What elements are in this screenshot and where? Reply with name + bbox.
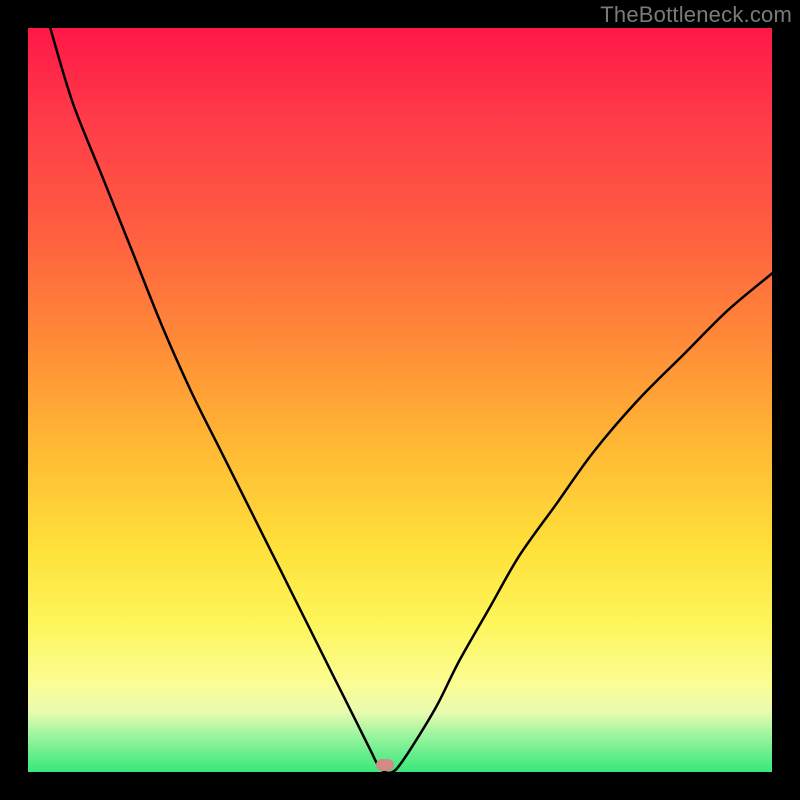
outer-frame: TheBottleneck.com [0, 0, 800, 800]
optimum-marker [376, 759, 394, 771]
watermark-text: TheBottleneck.com [600, 2, 792, 28]
bottleneck-curve [28, 28, 772, 772]
plot-area [28, 28, 772, 772]
